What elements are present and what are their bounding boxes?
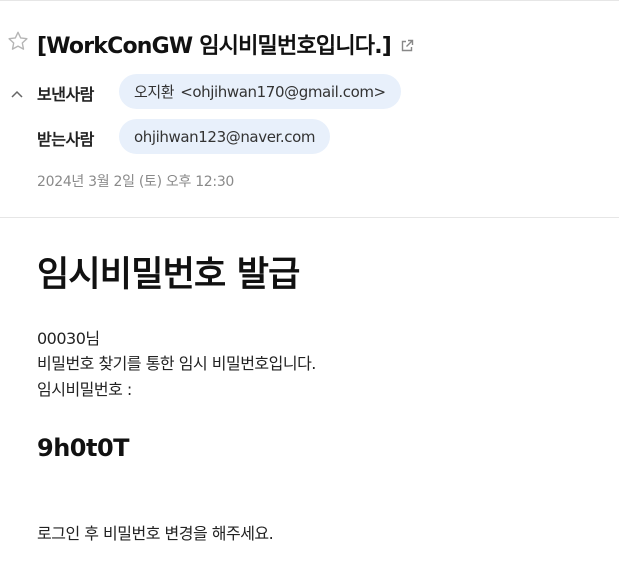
sender-name: 오지환 <box>134 83 175 101</box>
temp-password: 9h0t0T <box>37 434 130 462</box>
subject-row: [WorkConGW 임시비밀번호입니다.] <box>37 28 414 60</box>
email-date: 2024년 3월 2일 (토) 오후 12:30 <box>37 174 235 190</box>
header-divider <box>0 217 619 218</box>
sender-chip[interactable]: 오지환 <ohjihwan170@gmail.com> <box>119 74 401 109</box>
chevron-up-icon[interactable] <box>10 85 24 98</box>
recipient-email: ohjihwan123@naver.com <box>134 127 316 146</box>
greeting: 00030님 <box>37 329 100 348</box>
sender-label: 보낸사람 <box>37 85 94 104</box>
footer-text: 로그인 후 비밀번호 변경을 해주세요. <box>37 524 274 543</box>
body-line-2: 임시비밀번호 : <box>37 380 132 399</box>
top-divider <box>0 0 619 1</box>
body-line-1: 비밀번호 찾기를 통한 임시 비밀번호입니다. <box>37 354 316 373</box>
popout-icon[interactable] <box>400 38 414 52</box>
email-subject: [WorkConGW 임시비밀번호입니다.] <box>37 34 392 59</box>
recipient-label: 받는사람 <box>37 130 94 149</box>
star-icon[interactable] <box>7 30 29 52</box>
recipient-chip[interactable]: ohjihwan123@naver.com <box>119 119 331 154</box>
body-title: 임시비밀번호 발급 <box>37 255 300 295</box>
sender-email: <ohjihwan170@gmail.com> <box>180 82 386 101</box>
